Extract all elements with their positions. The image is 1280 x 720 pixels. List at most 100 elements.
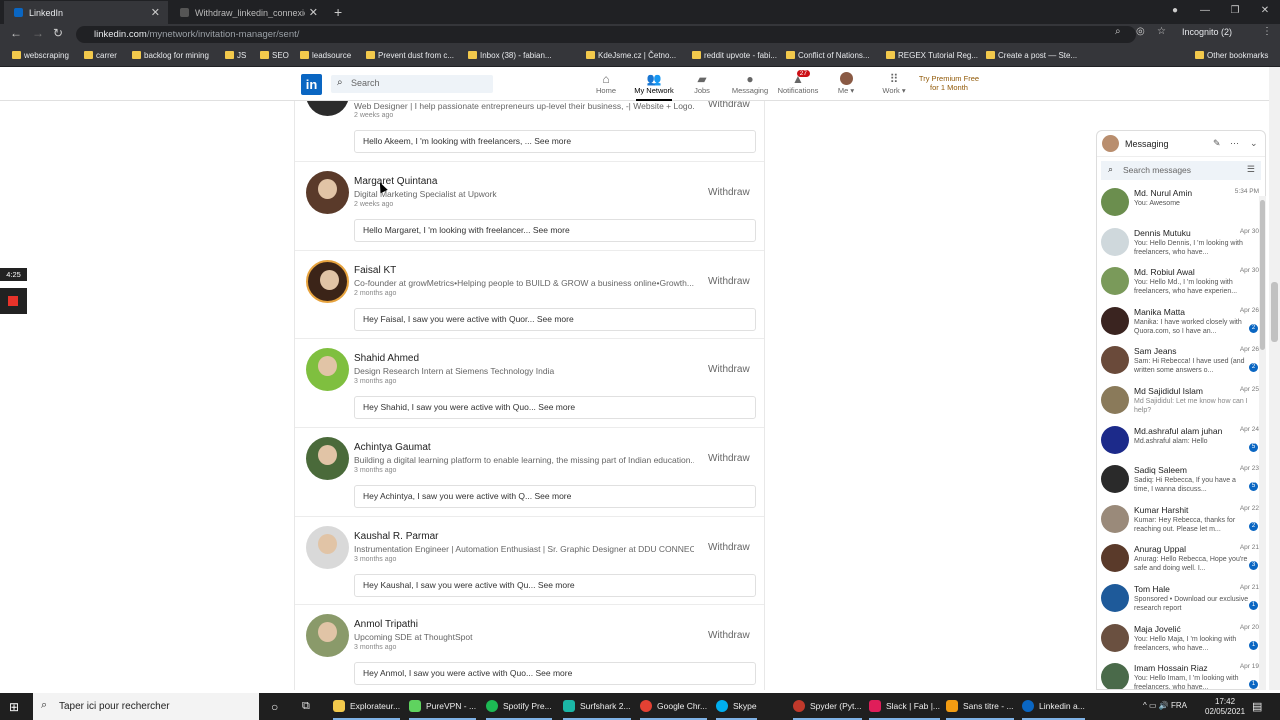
taskbar-linkedin-app[interactable]: Linkedin a... <box>1022 693 1085 720</box>
invitation-name[interactable]: Kaushal R. Parmar <box>354 531 438 542</box>
bookmark-item[interactable]: JS <box>225 51 246 60</box>
taskbar-skype[interactable]: Skype <box>716 693 757 720</box>
zoom-icon[interactable]: ⌕ <box>1115 26 1121 37</box>
invitation-name[interactable]: Achintya Gaumat <box>354 442 431 453</box>
avatar[interactable] <box>306 259 349 303</box>
bookmark-item[interactable]: leadsource <box>300 51 351 60</box>
see-more-link[interactable]: See more <box>533 225 570 235</box>
avatar[interactable] <box>306 614 349 658</box>
language-indicator[interactable]: FRA <box>1171 701 1187 710</box>
conversation-item[interactable]: Sadiq Saleem Sadiq: Hi Rebecca, If you ha… <box>1097 461 1265 501</box>
tracking-icon[interactable]: ◎ <box>1136 26 1145 37</box>
forward-icon[interactable]: → <box>32 26 44 40</box>
messaging-scrollbar[interactable] <box>1259 196 1266 690</box>
withdraw-button[interactable]: Withdraw <box>708 542 750 553</box>
conversation-item[interactable]: Md. Robiul Awal You: Hello Md., I 'm look… <box>1097 263 1265 303</box>
withdraw-button[interactable]: Withdraw <box>708 101 750 110</box>
nav-jobs[interactable]: ▰ Jobs <box>678 72 726 95</box>
bookmark-item[interactable]: Inbox (38) - fabian... <box>468 51 552 60</box>
bookmark-item[interactable]: Prevent dust from c... <box>366 51 454 60</box>
linkedin-search-input[interactable]: ⌕ Search <box>331 75 493 93</box>
compose-icon[interactable]: ✎ <box>1213 138 1221 149</box>
taskbar-slack[interactable]: Slack | Fab |... <box>869 693 941 720</box>
system-tray[interactable]: ^ ▭ 🔊 FRA <box>1143 701 1187 710</box>
stop-recording-button[interactable] <box>0 288 27 314</box>
conversation-item[interactable]: Tom Hale Sponsored • Download our exclusi… <box>1097 580 1265 620</box>
nav-me[interactable]: Me ▾ <box>822 72 870 95</box>
back-icon[interactable]: ← <box>10 26 22 40</box>
bookmark-star-icon[interactable]: ☆ <box>1157 26 1166 37</box>
taskbar-surfshark[interactable]: Surfshark 2... <box>563 693 631 720</box>
linkedin-logo[interactable]: in <box>301 74 322 95</box>
invitation-name[interactable]: Faisal KT <box>354 265 396 276</box>
windows-start-icon[interactable]: ⊞ <box>9 700 19 714</box>
restore-icon[interactable]: ❐ <box>1220 0 1250 24</box>
nav-work[interactable]: ⠿ Work ▾ <box>870 72 918 95</box>
conversation-item[interactable]: Md.ashraful alam juhan Md.ashraful alam: … <box>1097 422 1265 462</box>
browser-tab-linkedin[interactable]: LinkedIn ✕ <box>4 1 168 24</box>
see-more-link[interactable]: See more <box>535 668 572 678</box>
withdraw-button[interactable]: Withdraw <box>708 630 750 641</box>
close-tab-icon[interactable]: ✕ <box>309 6 318 19</box>
conversation-item[interactable]: Imam Hossain Riaz You: Hello Imam, I 'm l… <box>1097 659 1265 689</box>
see-more-link[interactable]: See more <box>535 491 572 501</box>
close-window-icon[interactable]: ✕ <box>1250 0 1280 24</box>
taskbar-spotify[interactable]: Spotify Pre... <box>486 693 552 720</box>
url-field[interactable]: linkedin.com/mynetwork/invitation-manage… <box>76 26 1136 43</box>
nav-messaging[interactable]: ● Messaging <box>726 72 774 95</box>
conversation-item[interactable]: Kumar Harshit Kumar: Hey Rebecca, thanks … <box>1097 501 1265 541</box>
taskbar-chrome[interactable]: Google Chr... <box>640 693 708 720</box>
bookmark-item[interactable]: SEO <box>260 51 289 60</box>
nav-notifications[interactable]: ▲ 27 Notifications <box>774 70 822 95</box>
conversation-item[interactable]: Manika Matta Manika: I have worked closel… <box>1097 303 1265 343</box>
close-tab-icon[interactable]: ✕ <box>151 6 160 19</box>
conversation-item[interactable]: Md Sajididul Islam Md Sajididul: Let me k… <box>1097 382 1265 422</box>
conversation-item[interactable]: Md. Nurul Amin You: Awesome 5:34 PM <box>1097 184 1265 224</box>
withdraw-button[interactable]: Withdraw <box>708 187 750 198</box>
bookmark-item[interactable]: KdeJsme.cz | Četno... <box>586 51 676 60</box>
bookmark-item[interactable]: Create a post — Ste... <box>986 51 1077 60</box>
withdraw-button[interactable]: Withdraw <box>708 276 750 287</box>
withdraw-button[interactable]: Withdraw <box>708 453 750 464</box>
avatar[interactable] <box>306 101 349 116</box>
see-more-link[interactable]: See more <box>538 402 575 412</box>
see-more-link[interactable]: See more <box>538 580 575 590</box>
taskbar-spyder[interactable]: Spyder (Pyt... <box>793 693 862 720</box>
nav-my-network[interactable]: 👥 My Network <box>630 72 678 101</box>
browser-menu-icon[interactable]: ⋮ <box>1262 26 1272 37</box>
taskbar-paint[interactable]: Sans titre - ... <box>946 693 1014 720</box>
notifications-center-icon[interactable]: ▤ <box>1252 693 1262 720</box>
invitation-name[interactable]: Shahid Ahmed <box>354 353 419 364</box>
conversation-item[interactable]: Maja Jovelić You: Hello Maja, I 'm lookin… <box>1097 620 1265 660</box>
taskbar-clock[interactable]: 17:42 02/05/2021 <box>1205 697 1245 717</box>
premium-link[interactable]: Try Premium Free for 1 Month <box>918 74 980 92</box>
conversation-item[interactable]: Dennis Mutuku You: Hello Dennis, I 'm loo… <box>1097 224 1265 264</box>
other-bookmarks[interactable]: Other bookmarks <box>1195 51 1268 60</box>
invitation-name[interactable]: Margaret Quintana <box>354 176 437 187</box>
conversation-item[interactable]: Sam Jeans Sam: Hi Rebecca! I have used (a… <box>1097 342 1265 382</box>
conversation-item[interactable]: Anurag Uppal Anurag: Hello Rebecca, Hope … <box>1097 540 1265 580</box>
avatar[interactable] <box>306 171 349 214</box>
invitation-name[interactable]: Anmol Tripathi <box>354 619 418 630</box>
taskbar-purevpn[interactable]: PureVPN - ... <box>409 693 477 720</box>
avatar[interactable] <box>306 525 349 569</box>
browser-tab-withdraw[interactable]: Withdraw_linkedin_connexion_re ✕ <box>170 1 326 24</box>
new-tab-icon[interactable]: + <box>334 4 342 20</box>
task-view-icon[interactable]: ⧉ <box>302 693 310 720</box>
filter-icon[interactable]: ☰ <box>1247 164 1255 175</box>
avatar[interactable] <box>306 437 349 481</box>
minimize-icon[interactable]: — <box>1190 0 1220 24</box>
search-messages-input[interactable]: ⌕ Search messages ☰ <box>1101 161 1261 180</box>
withdraw-button[interactable]: Withdraw <box>708 364 750 375</box>
nav-home[interactable]: ⌂ Home <box>582 72 630 95</box>
bookmark-item[interactable]: carrer <box>84 51 117 60</box>
bookmark-item[interactable]: backlog for mining <box>132 51 209 60</box>
avatar[interactable] <box>306 348 349 392</box>
reload-icon[interactable]: ↻ <box>53 26 63 40</box>
chevron-down-icon[interactable]: ⌄ <box>1250 138 1258 149</box>
messaging-header[interactable]: Messaging ✎ ⋯ ⌄ <box>1097 131 1265 157</box>
more-options-icon[interactable]: ⋯ <box>1230 138 1239 149</box>
bookmark-item[interactable]: reddit upvote - fabi... <box>692 51 777 60</box>
cortana-icon[interactable]: ○ <box>271 693 278 720</box>
taskbar-explorer[interactable]: Explorateur... <box>333 693 401 720</box>
